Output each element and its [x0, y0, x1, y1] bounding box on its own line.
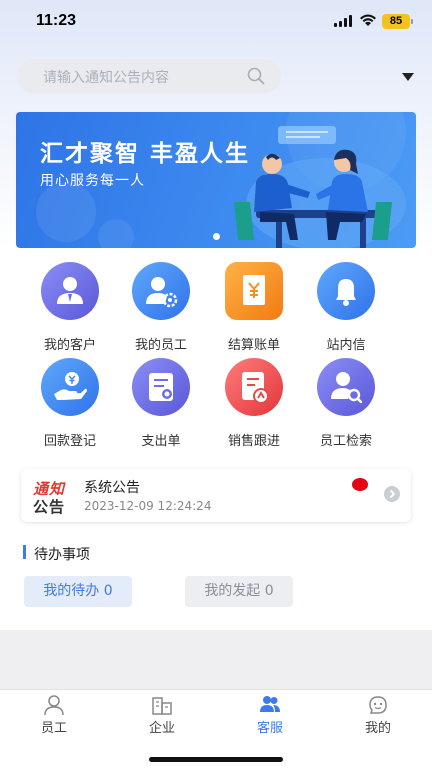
- search-placeholder: 请输入通知公告内容: [43, 70, 169, 86]
- bill-yen-icon: [225, 262, 283, 320]
- notice-logo-bottom: 公告: [33, 498, 66, 516]
- grid-label: 站内信: [326, 338, 366, 353]
- tab-customer-service[interactable]: 客服: [216, 690, 324, 738]
- tab-label: 客服: [256, 721, 283, 736]
- battery-icon: 85: [382, 14, 413, 29]
- building-icon: [152, 697, 172, 715]
- search-input[interactable]: 请输入通知公告内容: [17, 59, 281, 93]
- banner-carousel[interactable]: 汇才聚智 丰盈人生 用心服务每一人: [16, 112, 416, 248]
- grid-label: 支出单: [141, 434, 181, 449]
- grid-item-expense-form[interactable]: 支出单: [121, 358, 201, 450]
- bell-icon: [317, 262, 375, 320]
- notice-title: 系统公告: [84, 480, 140, 496]
- tab-label: 企业: [148, 721, 175, 736]
- grid-item-employee-search[interactable]: 员工检索: [306, 358, 386, 450]
- chevron-right-icon[interactable]: [384, 486, 400, 502]
- grid-item-sales-followup[interactable]: 销售跟进: [214, 358, 294, 450]
- service-people-icon: [260, 696, 280, 712]
- grid-item-my-customers[interactable]: 我的客户: [30, 262, 110, 354]
- section-marker: [23, 545, 26, 559]
- status-bar: 11:23 85: [0, 0, 432, 44]
- grid-label: 销售跟进: [227, 434, 280, 449]
- tab-label: 员工: [40, 721, 67, 736]
- tab-label: 我的: [364, 721, 391, 736]
- dropdown-arrow-icon[interactable]: [402, 73, 414, 81]
- grid-label: 员工检索: [319, 434, 372, 449]
- expense-form-icon: [132, 358, 190, 416]
- notice-time: 2023-12-09 12:24:24: [84, 499, 212, 513]
- sales-chart-icon: [225, 358, 283, 416]
- todo-title: 待办事项: [34, 547, 90, 563]
- grid-item-settlement-bill[interactable]: 结算账单: [214, 262, 294, 354]
- grid-label: 我的员工: [134, 338, 187, 353]
- status-time: 11:23: [36, 12, 77, 29]
- tab-employee[interactable]: 员工: [0, 690, 108, 738]
- grid-item-payment-registration[interactable]: 回款登记: [30, 358, 110, 450]
- my-todo-button[interactable]: 我的待办 0: [24, 576, 132, 607]
- meeting-illustration: [234, 126, 406, 248]
- grid-item-inbox[interactable]: 站内信: [306, 262, 386, 354]
- todo-section: 待办事项 我的待办 0 我的发起 0: [21, 532, 411, 612]
- tab-enterprise[interactable]: 企业: [108, 690, 216, 738]
- payment-hand-icon: [41, 358, 99, 416]
- grid-label: 我的客户: [43, 338, 96, 353]
- employee-search-icon: [317, 358, 375, 416]
- my-launched-button[interactable]: 我的发起 0: [185, 576, 293, 607]
- grid-item-my-employees[interactable]: 我的员工: [121, 262, 201, 354]
- wifi-icon: [360, 14, 376, 26]
- search-icon[interactable]: [247, 67, 265, 85]
- tab-mine[interactable]: 我的: [324, 690, 432, 738]
- unread-dot-icon: [352, 478, 368, 491]
- banner-subtitle: 用心服务每一人: [40, 173, 145, 189]
- person-icon: [44, 695, 64, 716]
- carousel-indicator[interactable]: [213, 233, 220, 240]
- grid-label: 结算账单: [227, 338, 280, 353]
- signal-icon: [334, 15, 354, 27]
- home-indicator: [149, 757, 283, 762]
- grid-label: 回款登记: [43, 434, 96, 449]
- employee-gear-icon: [132, 262, 190, 320]
- notice-card[interactable]: 通知 公告 系统公告 2023-12-09 12:24:24: [21, 469, 411, 522]
- smiley-face-icon: [369, 696, 387, 714]
- customer-icon: [41, 262, 99, 320]
